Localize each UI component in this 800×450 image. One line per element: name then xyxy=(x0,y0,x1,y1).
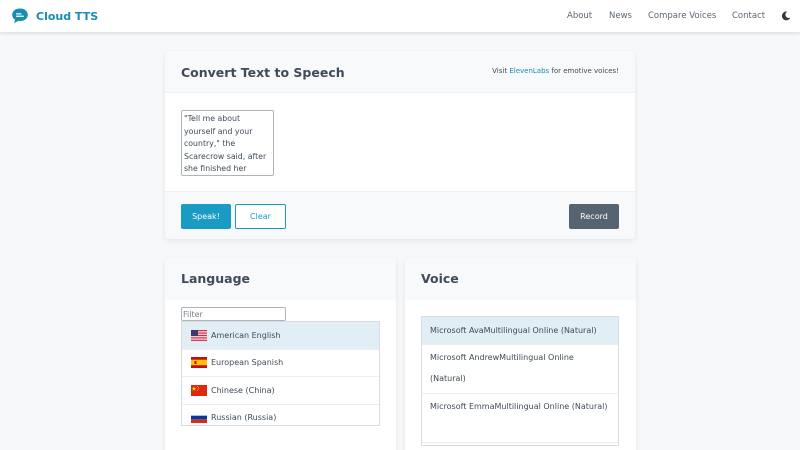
voice-card-header: Voice xyxy=(405,258,636,300)
elevenlabs-link[interactable]: ElevenLabs xyxy=(509,67,549,75)
language-card-header: Language xyxy=(165,258,396,300)
voice-item-andrew[interactable]: Microsoft AndrewMultilingual Online (Nat… xyxy=(422,345,618,394)
language-label: Russian (Russia) xyxy=(211,413,277,423)
russia-flag-icon xyxy=(191,412,207,424)
tts-footer: Speak! Clear Record xyxy=(165,191,635,239)
tts-card: Convert Text to Speech Visit ElevenLabs … xyxy=(165,51,635,239)
nav-link-news[interactable]: News xyxy=(609,11,632,21)
nav-link-compare-voices[interactable]: Compare Voices xyxy=(648,11,716,21)
language-item-american-english[interactable]: American English xyxy=(182,322,379,350)
nav-link-about[interactable]: About xyxy=(567,11,592,21)
spain-flag-icon xyxy=(191,357,207,369)
chat-bubble-icon xyxy=(12,8,28,24)
language-filter-input[interactable] xyxy=(181,307,286,321)
promo-text: Visit ElevenLabs for emotive voices! xyxy=(492,67,619,75)
clear-button[interactable]: Clear xyxy=(235,204,286,229)
voice-item-emma[interactable]: Microsoft EmmaMultilingual Online (Natur… xyxy=(422,394,618,443)
us-flag-icon xyxy=(191,329,207,341)
language-card: Language American English Eu xyxy=(165,258,396,450)
promo-prefix: Visit xyxy=(492,67,510,75)
language-label: European Spanish xyxy=(211,358,284,368)
language-label: American English xyxy=(211,330,281,340)
voice-title: Voice xyxy=(421,271,459,286)
tts-body: "Tell me about yourself and your country… xyxy=(165,93,635,191)
speak-button[interactable]: Speak! xyxy=(181,204,231,229)
voice-item-ava[interactable]: Microsoft AvaMultilingual Online (Natura… xyxy=(422,317,618,345)
top-navbar: Cloud TTS About News Compare Voices Cont… xyxy=(0,0,800,33)
china-flag-icon xyxy=(191,384,207,396)
language-item-european-spanish[interactable]: European Spanish xyxy=(182,350,379,377)
tts-card-header: Convert Text to Speech Visit ElevenLabs … xyxy=(165,51,635,93)
brand-link[interactable]: Cloud TTS xyxy=(11,7,98,25)
moon-icon[interactable] xyxy=(781,11,791,21)
language-label: Chinese (China) xyxy=(211,385,275,395)
language-item-russian-russia[interactable]: Russian (Russia) xyxy=(182,405,379,426)
brand-name: Cloud TTS xyxy=(36,9,99,23)
record-button[interactable]: Record xyxy=(569,204,619,229)
tts-title: Convert Text to Speech xyxy=(181,65,345,80)
language-item-chinese-china[interactable]: Chinese (China) xyxy=(182,377,379,405)
speech-text-input[interactable]: "Tell me about yourself and your country… xyxy=(181,110,274,176)
voice-card: Voice Microsoft AvaMultilingual Online (… xyxy=(405,258,636,450)
voice-list[interactable]: Microsoft AvaMultilingual Online (Natura… xyxy=(421,316,619,446)
promo-suffix: for emotive voices! xyxy=(549,67,619,75)
nav-link-contact[interactable]: Contact xyxy=(732,11,765,21)
language-title: Language xyxy=(181,271,251,286)
language-list[interactable]: American English European Spanish Chines… xyxy=(181,321,380,426)
